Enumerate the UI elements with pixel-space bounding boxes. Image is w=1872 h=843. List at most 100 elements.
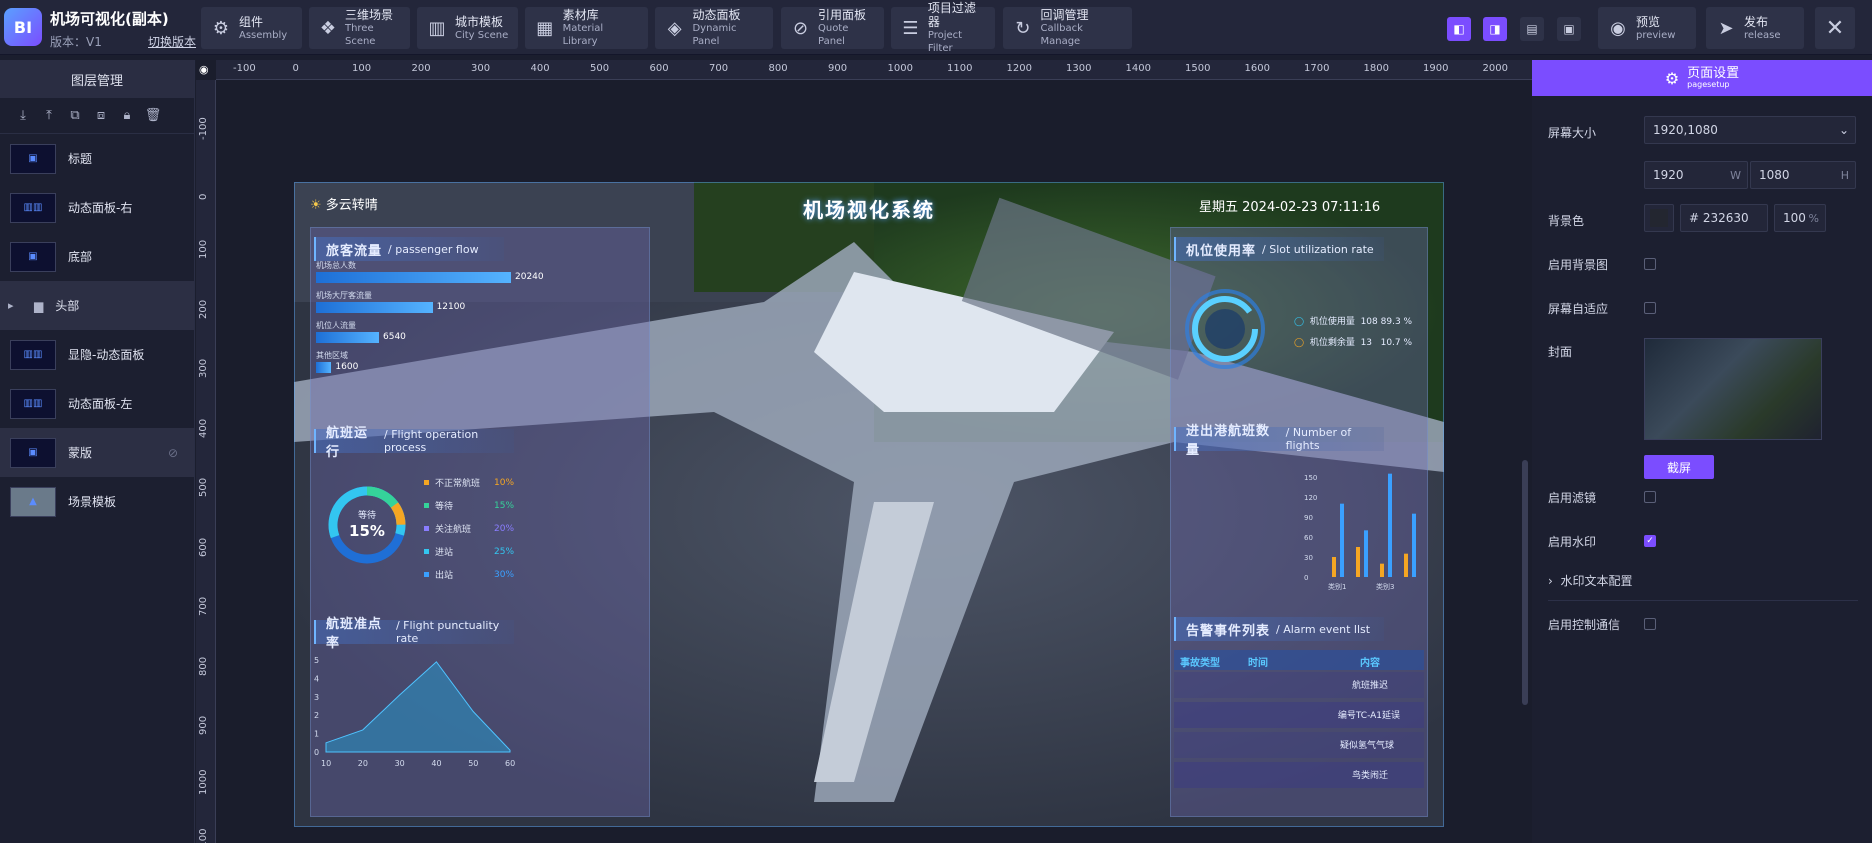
toolbar-city-scene-button[interactable]: ▥ 城市模板 City Scene [417, 7, 518, 49]
layer-item-toggle-dynamic[interactable]: ▥▥ 显隐-动态面板 [0, 330, 194, 379]
preview-button[interactable]: ◉ 预览 preview [1598, 7, 1696, 49]
ruler-tick: 1600 [1244, 63, 1270, 74]
document-button[interactable]: ▤ [1520, 17, 1544, 41]
bar-value-label: 1600 [335, 362, 359, 372]
enable-comm-checkbox[interactable] [1644, 618, 1656, 630]
layer-item-dynamic-left[interactable]: ▥▥ 动态面板-左 [0, 379, 194, 428]
scene-thumb-icon: ▲ [10, 486, 56, 517]
ruler-tick: 1900 [1423, 63, 1449, 74]
table-row[interactable]: 航班推迟 [1174, 672, 1424, 698]
flight-bar [1388, 473, 1392, 577]
ruler-tick: 600 [198, 537, 209, 557]
bg-color-hex-input[interactable]: # 232630 [1680, 204, 1768, 232]
bg-color-swatch[interactable] [1644, 204, 1674, 232]
lock-icon[interactable]: 🔒︎ [118, 107, 136, 125]
vertical-scrollbar[interactable] [1522, 460, 1528, 705]
screen-adapt-checkbox[interactable] [1644, 302, 1656, 314]
legend-square-icon [424, 572, 429, 577]
ungroup-icon[interactable]: ⧈ [92, 107, 110, 125]
layer-item-mask[interactable]: ▣ 蒙版 ⊘ [0, 428, 194, 477]
move-down-icon[interactable]: ⤓ [14, 107, 32, 125]
ruler-tick: 800 [198, 656, 209, 676]
ruler-tick: 700 [709, 63, 729, 74]
legend-label: 关注航班 [435, 525, 472, 535]
divider [1548, 600, 1858, 601]
table-row[interactable]: 编号TC-A1延误 [1174, 702, 1424, 728]
ruler-tick: 2000 [1482, 63, 1508, 74]
flight-bar [1412, 513, 1416, 577]
close-button[interactable]: ✕ [1815, 7, 1855, 49]
bar-value-label: 20240 [515, 272, 544, 282]
eye-icon[interactable]: ◉ [199, 63, 209, 76]
y-tick-label: 1 [314, 730, 319, 739]
ruler-tick: 1300 [1066, 63, 1092, 74]
ruler-tick: 900 [828, 63, 848, 74]
toolbar-three-scene-button[interactable]: ❖ 三维场景 Three Scene [309, 7, 410, 49]
toolbar-material-library-button[interactable]: ▦ 素材库 Material Library [525, 7, 648, 49]
ruler-tick: 300 [471, 63, 491, 74]
delete-icon[interactable]: 🗑︎ [144, 107, 162, 125]
layer-item-title[interactable]: ▣ 标题 [0, 134, 194, 183]
ruler-tick: 800 [768, 63, 788, 74]
right-panel-icon: ◨ [1489, 22, 1501, 36]
move-top-icon[interactable]: ⤒ [40, 107, 58, 125]
layer-item-dynamic-right[interactable]: ▥▥ 动态面板-右 [0, 183, 194, 232]
page-setup-tab[interactable]: ⚙ 页面设置 pagesetup [1532, 60, 1872, 96]
release-button[interactable]: ➤ 发布 release [1706, 7, 1804, 49]
toolbar-callback-manage-button[interactable]: ↻ 回调管理 Callback Manage [1003, 7, 1132, 49]
left-panel-icon: ◧ [1453, 22, 1465, 36]
scene-canvas[interactable]: ☀ 多云转晴 机场视化系统 星期五 2024-02-23 07:11:16 旅客… [294, 182, 1444, 827]
y-tick-label: 30 [1304, 554, 1313, 562]
cover-thumbnail[interactable] [1644, 338, 1822, 440]
watermark-text-config-toggle[interactable]: › 水印文本配置 [1548, 572, 1632, 589]
height-input[interactable]: 1080 H [1750, 161, 1856, 189]
table-row[interactable]: 疑似氢气气球 [1174, 732, 1424, 758]
layer-item-scene-template[interactable]: ▲ 场景模板 [0, 477, 194, 526]
toolbar-project-filter-button[interactable]: ☰ 项目过滤器 Project Filter [891, 1, 995, 54]
layer-item-header-group[interactable]: ▸ ▆ 头部 [0, 281, 194, 330]
panel-thumb-icon: ▥▥ [10, 388, 56, 419]
screenshot-button[interactable]: 截屏 [1644, 455, 1714, 479]
slot-row-remain: ◯ 机位剩余量 13 10.7 % [1294, 338, 1413, 348]
screen-size-select[interactable]: 1920,1080 ⌄ [1644, 116, 1856, 144]
ruler-tick: 600 [649, 63, 669, 74]
ruler-tick: -100 [198, 117, 209, 140]
eye-icon: ◉ [1610, 17, 1626, 39]
layer-item-bottom[interactable]: ▣ 底部 [0, 232, 194, 281]
toggle-left-panel-button[interactable]: ◧ [1447, 17, 1471, 41]
bar-category-label: 机场总人数 [316, 261, 356, 270]
toolbar-assembly-button[interactable]: ⚙ 组件 Assembly [201, 7, 302, 49]
donut-value: 15% [349, 522, 385, 540]
y-tick-label: 150 [1304, 474, 1317, 482]
enable-bg-image-checkbox[interactable] [1644, 258, 1656, 270]
table-row[interactable]: 鸟类闹迁 [1174, 762, 1424, 788]
x-tick-label: 30 [395, 759, 405, 768]
ruler-tick: 1100 [947, 63, 973, 74]
ruler-tick: 500 [590, 63, 610, 74]
bg-opacity-input[interactable]: 100% [1774, 204, 1826, 232]
layer-tools: ⤓ ⤒ ⧉ ⧈ 🔒︎ 🗑︎ [0, 98, 194, 134]
legend-item: 出站 30% [424, 568, 514, 581]
enable-watermark-label: 启用水印 [1548, 535, 1597, 549]
flight-bar [1404, 553, 1408, 577]
group-icon[interactable]: ⧉ [66, 107, 84, 125]
area-series [325, 661, 511, 753]
eye-hidden-icon[interactable]: ⊘ [168, 446, 178, 460]
switch-version-link[interactable]: 切换版本 [148, 33, 196, 50]
legend-square-icon [424, 503, 429, 508]
x-tick-label: 类别3 [1376, 582, 1394, 591]
enable-watermark-checkbox[interactable]: ✓ [1644, 535, 1656, 547]
width-input[interactable]: 1920 W [1644, 161, 1748, 189]
toggle-right-panel-button[interactable]: ◨ [1483, 17, 1507, 41]
enable-filter-checkbox[interactable] [1644, 491, 1656, 503]
ruler-tick: 1400 [1125, 63, 1151, 74]
bar-value-label: 12100 [436, 302, 466, 312]
flight-bar [1332, 557, 1336, 577]
legend-pct: 10% [494, 477, 515, 488]
toolbar-dynamic-panel-button[interactable]: ◈ 动态面板 Dynamic Panel [655, 7, 773, 49]
toolbar-quote-panel-button[interactable]: ⊘ 引用面板 Quote Panel [781, 7, 884, 49]
image-button[interactable]: ▣ [1557, 17, 1581, 41]
punctuality-area-chart: 0 1 2 3 4 5 10 20 30 40 50 60 [314, 656, 515, 768]
screen-size-label: 屏幕大小 [1548, 126, 1597, 140]
chevron-right-icon[interactable]: ▸ [8, 299, 22, 312]
